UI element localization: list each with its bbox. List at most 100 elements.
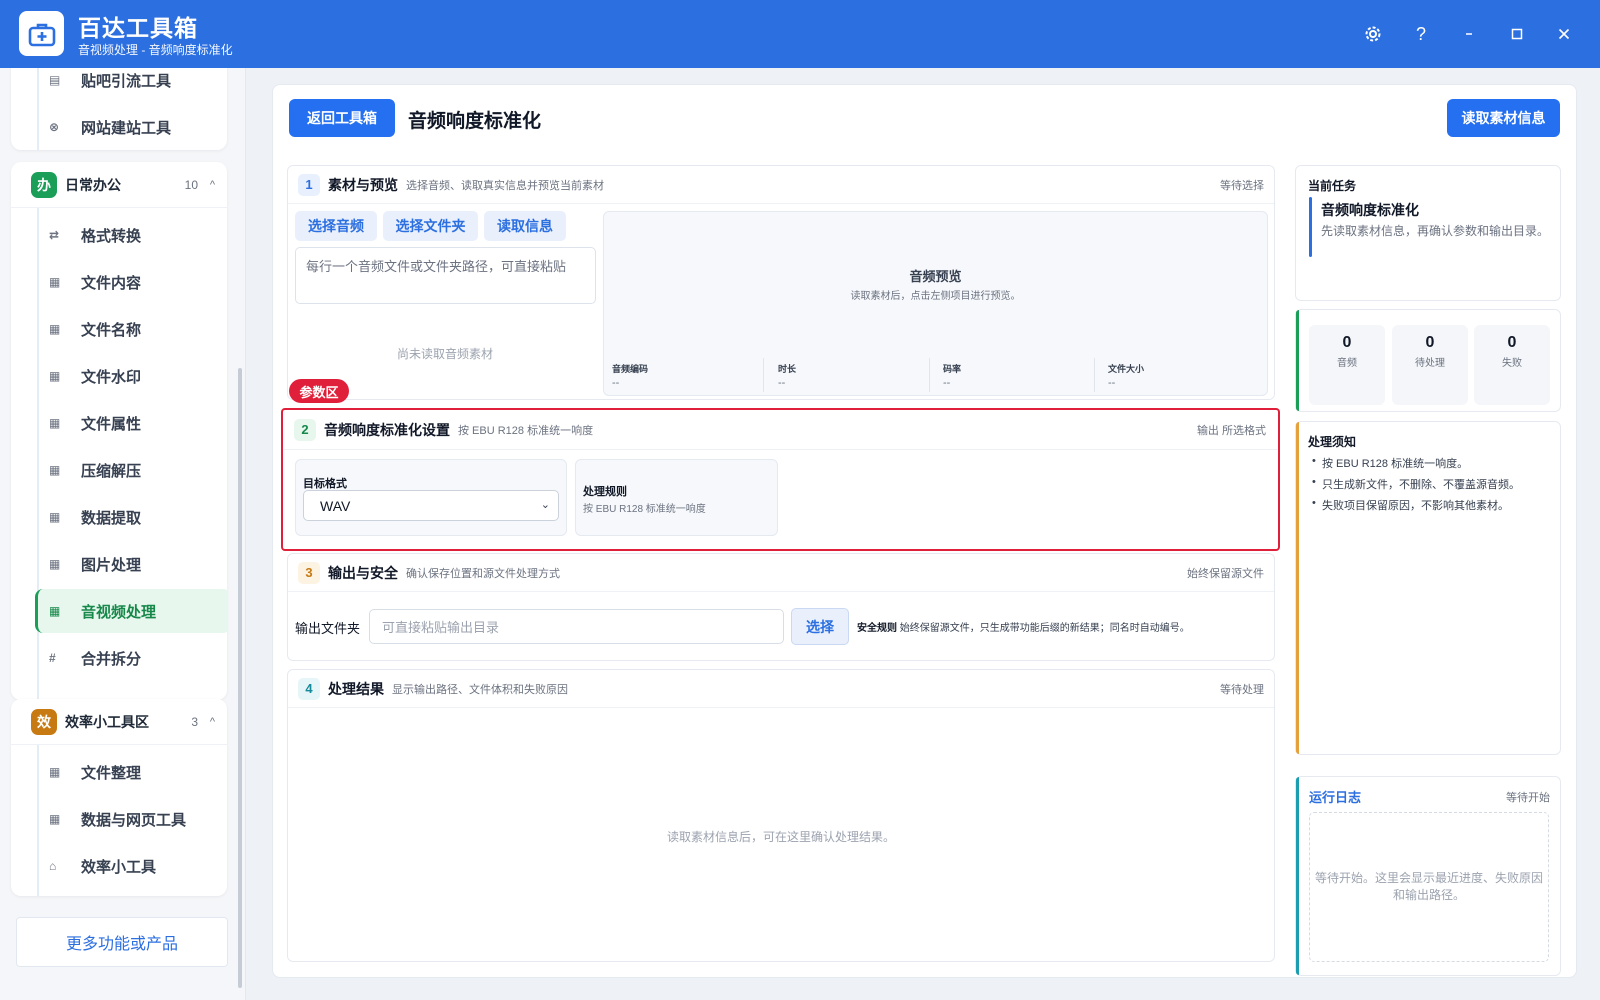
note-item: 只生成新文件，不删除、不覆盖源音频。 [1312, 476, 1552, 492]
section-header: 4 处理结果 显示输出路径、文件体积和失败原因 等待处理 [288, 670, 1274, 708]
swap-icon: ⇄ [49, 228, 60, 242]
notes-title: 处理须知 [1308, 435, 1357, 449]
group-badge: 效 [31, 708, 57, 735]
section-title: 素材与预览 [328, 176, 398, 193]
meta-filesize: 文件大小 -- [1108, 364, 1145, 389]
section-title: 处理结果 [328, 680, 384, 697]
current-task-label: 当前任务 [1308, 179, 1357, 193]
section-title: 输出与安全 [328, 564, 398, 581]
section-number: 4 [298, 677, 320, 700]
meta-codec: 音频编码 -- [604, 358, 764, 392]
run-log-card: 运行日志 等待开始 等待开始。这里会显示最近进度、失败原因和输出路径。 [1295, 776, 1561, 976]
back-to-toolbox-button[interactable]: 返回工具箱 [289, 99, 395, 137]
sidebar-item-organize[interactable]: ▦ 文件整理 [35, 750, 227, 794]
grid-icon: ▦ [49, 369, 61, 383]
group-title: 日常办公 [65, 176, 121, 193]
notes-list: 按 EBU R128 标准统一响度。 只生成新文件，不删除、不覆盖源音频。 失败… [1312, 455, 1552, 518]
sidebar-item-file-content[interactable]: ▦ 文件内容 [35, 260, 227, 304]
sidebar-group-office: 办 日常办公 10 ^ ⇄ 格式转换 ▦ 文件内容 ▦ 文件名称 ▦ 文件水印 … [11, 162, 227, 700]
sidebar-item-extract[interactable]: ▦ 数据提取 [35, 495, 227, 539]
grid-icon: ▦ [49, 604, 61, 618]
group-count: 3 [191, 714, 198, 729]
maximize-icon[interactable] [1503, 20, 1531, 48]
close-icon[interactable] [1550, 20, 1578, 48]
sidebar-item-merge-split[interactable]: # 合并拆分 [35, 636, 227, 680]
section-status: 始终保留源文件 [1187, 567, 1264, 580]
section-output-safety: 3 输出与安全 确认保存位置和源文件处理方式 始终保留源文件 [287, 553, 1275, 661]
current-task-desc: 先读取素材信息，再确认参数和输出目录。 [1321, 224, 1550, 238]
output-folder-label: 输出文件夹 [295, 621, 361, 636]
toolbox-icon: ⌂ [49, 859, 57, 873]
grid-icon: ▦ [49, 275, 61, 289]
grid-icon: ▦ [49, 463, 61, 477]
sidebar-scrollbar[interactable] [238, 368, 242, 988]
group-header-office[interactable]: 办 日常办公 10 ^ [11, 162, 227, 208]
run-log-title: 运行日志 [1309, 790, 1362, 805]
chevron-down-icon: ⌄ [540, 499, 550, 511]
app-title: 百达工具箱 [78, 15, 198, 41]
sidebar-item-file-name[interactable]: ▦ 文件名称 [35, 307, 227, 351]
grid-icon: ▦ [49, 416, 61, 430]
grid-icon: ▦ [49, 765, 61, 779]
help-icon[interactable]: ? [1407, 20, 1435, 48]
minimize-icon[interactable] [1455, 20, 1483, 48]
select-folder-button[interactable]: 选择文件夹 [383, 211, 478, 241]
run-log-status: 等待开始 [1506, 792, 1550, 804]
group-count: 10 [184, 177, 198, 192]
stat-audio: 0 音频 [1309, 325, 1385, 405]
sidebar-item-attributes[interactable]: ▦ 文件属性 [35, 401, 227, 445]
meta-bitrate: 码率 -- [935, 358, 1095, 392]
settings-icon[interactable] [1359, 20, 1387, 48]
read-material-info-button[interactable]: 读取素材信息 [1447, 99, 1560, 137]
sidebar-item-compress[interactable]: ▦ 压缩解压 [35, 448, 227, 492]
chevron-up-icon[interactable]: ^ [210, 179, 215, 191]
process-rule-label: 处理规则 [583, 486, 627, 498]
stat-failed: 0 失败 [1474, 325, 1550, 405]
notes-card: 处理须知 按 EBU R128 标准统一响度。 只生成新文件，不删除、不覆盖源音… [1295, 421, 1561, 755]
current-task-title: 音频响度标准化 [1321, 202, 1419, 218]
meta-duration: 时长 -- [770, 358, 930, 392]
sidebar-item-audio-video[interactable]: ▦ 音视频处理 [35, 589, 227, 633]
results-empty-text: 读取素材信息后，可在这里确认处理结果。 [666, 830, 895, 844]
sidebar-item-efficiency-tools[interactable]: ⌂ 效率小工具 [35, 844, 227, 888]
sidebar-item-watermark[interactable]: ▦ 文件水印 [35, 354, 227, 398]
note-item: 失败项目保留原因，不影响其他素材。 [1312, 497, 1552, 513]
target-format-select[interactable]: WAV ⌄ [303, 490, 559, 521]
sidebar-item-tieba[interactable]: ▤ 贴吧引流工具 [35, 68, 227, 102]
section-number: 1 [298, 173, 320, 196]
sidebar-item-image[interactable]: ▦ 图片处理 [35, 542, 227, 586]
chevron-up-icon[interactable]: ^ [210, 716, 215, 728]
process-rule-field: 处理规则 按 EBU R128 标准统一响度 [575, 459, 778, 536]
title-bar: 百达工具箱 音视频处理 - 音频响度标准化 ? [0, 0, 1600, 68]
stat-pending: 0 待处理 [1392, 325, 1468, 405]
app-subtitle: 音视频处理 - 音频响度标准化 [78, 43, 233, 57]
group-header-efficiency[interactable]: 效 效率小工具区 3 ^ [11, 699, 227, 745]
grid-icon: ▦ [49, 510, 61, 524]
choose-output-button[interactable]: 选择 [791, 608, 849, 645]
sidebar-item-format[interactable]: ⇄ 格式转换 [35, 213, 227, 257]
sidebar-item-data-web[interactable]: ▦ 数据与网页工具 [35, 797, 227, 841]
select-audio-button[interactable]: 选择音频 [295, 211, 377, 241]
section-desc: 确认保存位置和源文件处理方式 [406, 567, 560, 580]
path-input[interactable]: 每行一个音频文件或文件夹路径，可直接粘贴 [295, 247, 596, 304]
target-format-field: 目标格式 WAV ⌄ [295, 459, 567, 536]
section-desc: 选择音频、读取真实信息并预览当前素材 [406, 179, 604, 192]
sidebar-item-website[interactable]: ⊗ 网站建站工具 [35, 105, 227, 149]
run-log-area[interactable]: 等待开始。这里会显示最近进度、失败原因和输出路径。 [1309, 812, 1549, 962]
doc-icon: ▤ [49, 73, 61, 87]
param-area-tag: 参数区 [289, 379, 349, 403]
sidebar-group-efficiency: 效 效率小工具区 3 ^ ▦ 文件整理 ▦ 数据与网页工具 ⌂ 效率小工具 [11, 699, 227, 896]
more-products-button[interactable]: 更多功能或产品 [16, 917, 228, 967]
app-logo [19, 11, 64, 56]
preview-title: 音频预览 [909, 269, 962, 284]
audio-preview-panel: 音频预览 读取素材后，点击左侧项目进行预览。 音频编码 -- 时长 -- 码率 … [603, 211, 1268, 396]
read-info-button[interactable]: 读取信息 [484, 211, 566, 241]
target-format-label: 目标格式 [303, 478, 347, 490]
empty-material-text: 尚未读取音频素材 [397, 347, 494, 361]
section-status: 等待处理 [1220, 683, 1264, 696]
section-desc: 显示输出路径、文件体积和失败原因 [392, 683, 568, 696]
sidebar-group-marketing: ▤ 贴吧引流工具 ⊗ 网站建站工具 [11, 68, 227, 150]
output-folder-input[interactable]: 可直接粘贴输出目录 [369, 609, 784, 644]
page-title: 音频响度标准化 [408, 111, 542, 132]
section-header: 3 输出与安全 确认保存位置和源文件处理方式 始终保留源文件 [288, 554, 1274, 592]
